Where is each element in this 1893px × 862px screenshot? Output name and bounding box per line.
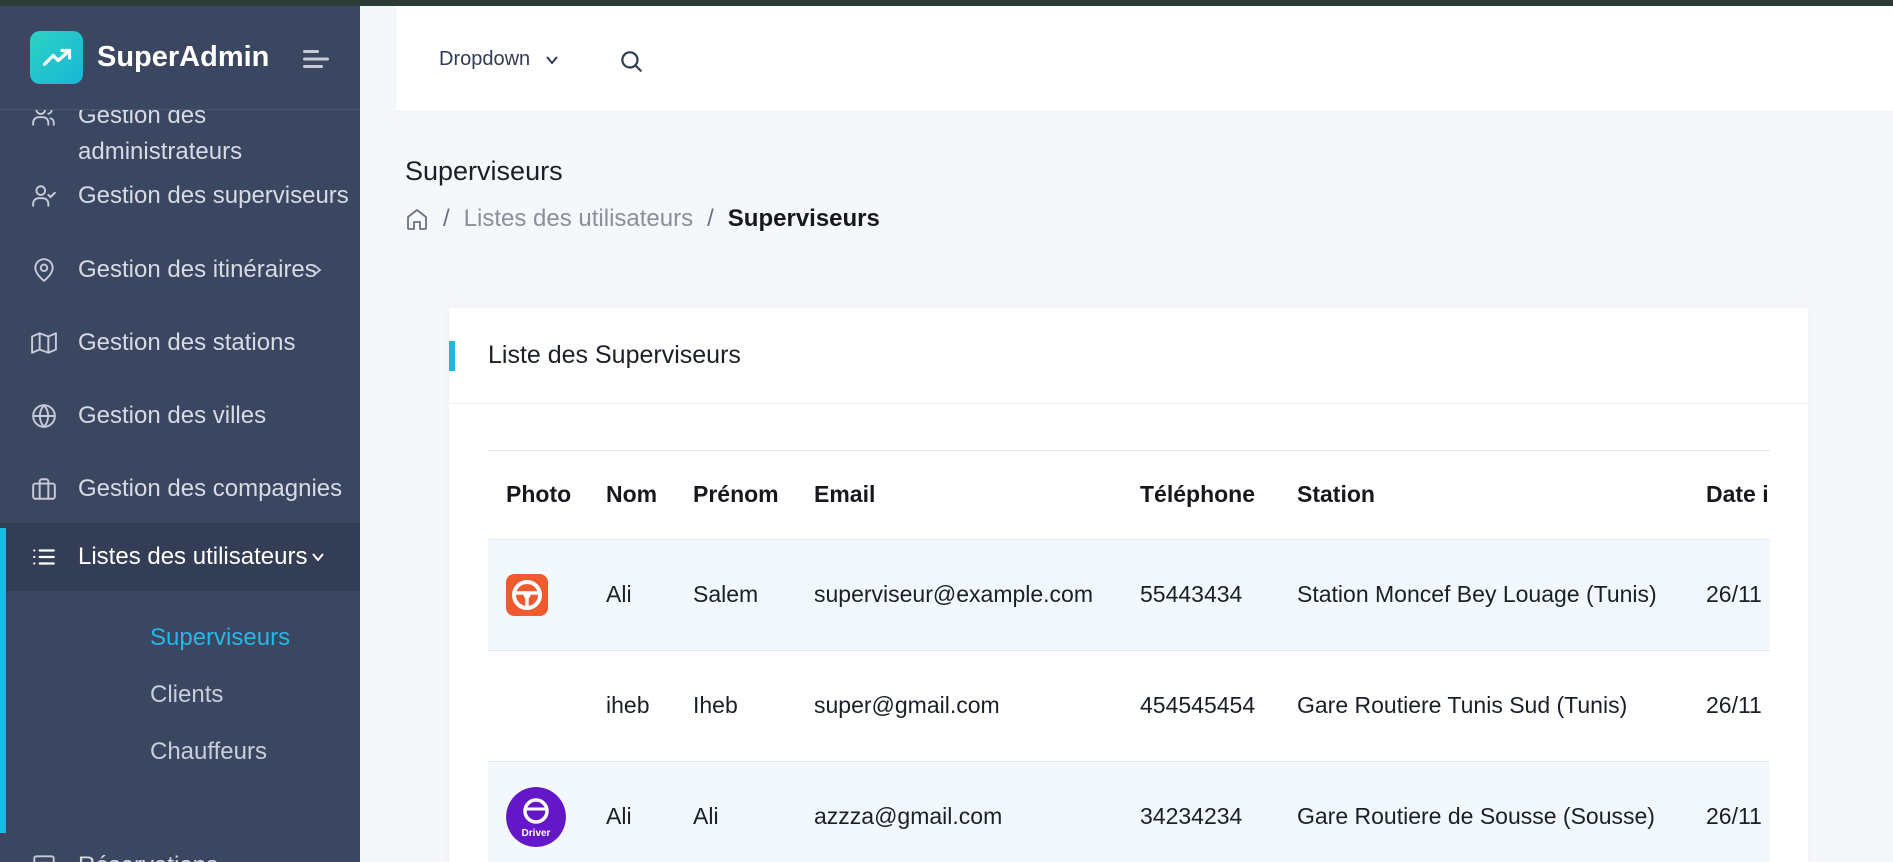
sidebar-item-label: Gestion des itinéraires [78,256,317,283]
card-header: Liste des Superviseurs [449,308,1808,404]
cell-photo: Driver [488,761,588,862]
column-header-date[interactable]: Date inscription [1688,451,1770,540]
globe-icon [32,403,56,429]
card-accent-bar [449,341,455,371]
active-indicator [0,528,6,833]
sidebar: SuperAdmin Gestion des administrateurs G… [0,6,360,862]
briefcase-icon [32,478,56,500]
sidebar-item-label: Gestion des superviseurs [78,182,349,209]
submenu-item-superviseurs[interactable]: Superviseurs [150,624,290,652]
cell-telephone: 55443434 [1122,539,1279,651]
cell-station: Station Moncef Bey Louage (Tunis) [1279,539,1688,651]
sidebar-item-itineraires[interactable]: Gestion des itinéraires [0,248,360,292]
top-header: Dropdown [396,6,1893,111]
header-dropdown[interactable]: Dropdown [439,48,560,71]
sidebar-item-compagnies[interactable]: Gestion des compagnies [0,467,360,511]
trending-up-icon[interactable] [30,31,83,84]
cell-photo [488,650,588,762]
supervisors-card: Liste des Superviseurs Photo Nom Prénom … [449,308,1808,862]
table-row[interactable]: Driver Ali Ali azzza@gmail.com 34234234 … [488,761,1770,862]
cell-telephone: 34234234 [1122,761,1279,862]
sidebar-item-stations[interactable]: Gestion des stations [0,321,360,365]
cell-prenom: Ali [675,761,796,862]
cell-telephone: 454545454 [1122,650,1279,762]
column-header-telephone[interactable]: Téléphone [1122,451,1279,540]
sidebar-item-label: Listes des utilisateurs [78,543,308,570]
column-header-station[interactable]: Station [1279,451,1688,540]
brand-name: SuperAdmin [97,41,270,73]
chevron-down-icon [546,55,558,65]
map-pin-icon [34,258,54,283]
cell-station: Gare Routiere de Sousse (Sousse) [1279,761,1688,862]
brand: SuperAdmin [0,6,360,110]
cell-date: 26/11 [1688,650,1770,762]
dropdown-label: Dropdown [439,48,531,70]
map-icon [31,332,57,354]
breadcrumb-separator: / [707,205,714,232]
cell-nom: Ali [588,539,675,651]
sidebar-item-villes[interactable]: Gestion des villes [0,394,360,438]
column-header-photo[interactable]: Photo [488,451,588,540]
table-container[interactable]: Photo Nom Prénom Email Téléphone Station… [488,450,1770,862]
sidebar-item-label: administrateurs [78,138,243,165]
sidebar-item-administrateurs[interactable]: Gestion des administrateurs [0,100,360,170]
card-title: Liste des Superviseurs [488,341,741,369]
column-header-prenom[interactable]: Prénom [675,451,796,540]
sidebar-item-label: Gestion des compagnies [78,475,343,502]
breadcrumb-link[interactable]: Listes des utilisateurs [464,205,693,233]
sidebar-item-label: Gestion des stations [78,329,296,356]
search-icon[interactable] [618,48,644,74]
cell-photo [488,539,588,651]
cell-date: 26/11 [1688,761,1770,862]
breadcrumb: / Listes des utilisateurs / Superviseurs [405,205,880,233]
cell-prenom: Iheb [675,650,796,762]
breadcrumb-current: Superviseurs [727,205,880,232]
window-top-strip [0,0,1893,6]
driver-logo-text: Driver [522,828,551,839]
page-title: Superviseurs [405,156,563,186]
cell-nom: iheb [588,650,675,762]
column-header-nom[interactable]: Nom [588,451,675,540]
cell-email: superviseur@example.com [796,539,1122,651]
steering-wheel-app-icon [506,573,548,616]
sidebar-item-reservations[interactable]: Réservations [0,852,360,862]
chevron-right-icon [313,264,322,276]
cell-email: azzza@gmail.com [796,761,1122,862]
cell-email: super@gmail.com [796,650,1122,762]
list-icon [33,549,55,565]
cell-station: Gare Routiere Tunis Sud (Tunis) [1279,650,1688,762]
supervisors-table: Photo Nom Prénom Email Téléphone Station… [488,451,1770,862]
sidebar-item-utilisateurs[interactable]: Listes des utilisateurs [0,523,360,591]
breadcrumb-separator: / [443,205,450,232]
sidebar-item-label: Gestion des villes [78,402,267,429]
sidebar-item-label: Réservations [78,852,218,862]
menu-toggle-icon[interactable] [303,48,331,70]
user-check-icon [32,185,56,207]
calendar-icon [33,855,55,862]
table-header-row: Photo Nom Prénom Email Téléphone Station… [488,451,1770,540]
driver-logo-icon: Driver [506,786,566,847]
cell-nom: Ali [588,761,675,862]
chevron-down-icon [312,553,324,562]
table-row[interactable]: iheb Iheb super@gmail.com 454545454 Gare… [488,650,1770,762]
sidebar-item-superviseurs[interactable]: Gestion des superviseurs [0,174,360,218]
submenu-item-clients[interactable]: Clients [150,681,223,709]
cell-prenom: Salem [675,539,796,651]
home-icon[interactable] [405,207,429,231]
submenu-item-chauffeurs[interactable]: Chauffeurs [150,738,267,766]
column-header-email[interactable]: Email [796,451,1122,540]
table-row[interactable]: Ali Salem superviseur@example.com 554434… [488,539,1770,651]
cell-date: 26/11 [1688,539,1770,651]
